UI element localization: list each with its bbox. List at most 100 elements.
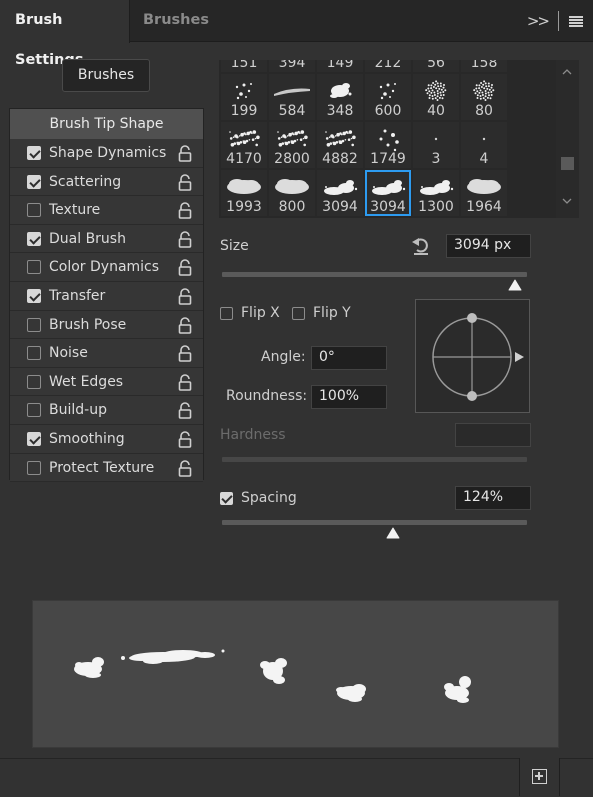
brush-preset[interactable]: 199 [221,74,267,120]
tab-bar: Brush Settings Brushes >> [0,0,593,68]
hamburger-menu-icon[interactable] [569,15,583,27]
size-input[interactable]: 3094 px [446,234,531,258]
settings-item-shape-dynamics[interactable]: Shape Dynamics [10,139,203,168]
settings-item-dual-brush[interactable]: Dual Brush [10,224,203,254]
brush-preset-size: 199 [230,103,258,119]
lock-icon[interactable] [178,288,192,305]
settings-item-scattering[interactable]: Scattering [10,167,203,197]
new-brush-preset-button[interactable] [519,758,560,796]
reset-arrow-icon[interactable] [410,234,432,256]
lock-icon[interactable] [178,173,192,191]
lock-icon[interactable] [178,402,192,420]
angle-roundness-widget[interactable] [415,299,530,413]
lock-icon[interactable] [178,431,192,448]
spacing-slider[interactable] [222,520,527,525]
settings-item-checkbox[interactable] [27,317,41,332]
lock-icon[interactable] [178,202,192,219]
settings-item-label: Transfer [49,287,106,304]
settings-item-protect-texture[interactable]: Protect Texture [10,453,203,483]
scrollbar-thumb[interactable] [561,157,574,170]
brush-preset[interactable]: 3 [413,122,459,168]
settings-item-build-up[interactable]: Build-up [10,396,203,425]
brush-preset[interactable]: 1993 [221,170,267,216]
settings-item-label: Brush Pose [49,316,127,333]
scroll-down-icon[interactable] [562,197,572,207]
brush-preset[interactable]: 800 [269,170,315,216]
settings-item-checkbox[interactable] [27,346,41,361]
double-chevron-right-icon[interactable]: >> [527,12,550,30]
brush-preset[interactable]: 4 [461,122,507,168]
settings-item-checkbox[interactable] [27,203,41,218]
settings-item-checkbox[interactable] [27,288,41,303]
toolbar-divider [558,11,559,31]
settings-item-checkbox[interactable] [27,431,41,446]
brush-preset[interactable]: 40 [413,74,459,120]
spacing-checkbox[interactable] [220,492,233,505]
brush-preset[interactable]: 3094 [317,170,363,216]
brush-preset-size: 56 [427,60,445,71]
brush-preset[interactable]: 1964 [461,170,507,216]
lock-icon[interactable] [178,345,192,362]
settings-item-wet-edges[interactable]: Wet Edges [10,367,203,397]
settings-item-color-dynamics[interactable]: Color Dynamics [10,253,203,282]
settings-item-label: Noise [49,345,88,362]
settings-item-checkbox[interactable] [27,174,41,189]
settings-item-label: Smoothing [49,430,125,447]
brush-preset[interactable]: 394 [269,60,315,72]
settings-item-label: Protect Texture [49,459,155,476]
brush-preset[interactable]: 584 [269,74,315,120]
brush-preset[interactable]: 151 [221,60,267,72]
settings-item-checkbox[interactable] [27,374,41,389]
brush-preset-size: 1964 [466,199,502,215]
brush-preset-size: 1993 [226,199,262,215]
preset-scrollbar[interactable] [556,60,579,218]
settings-item-texture[interactable]: Texture [10,196,203,225]
brush-preset[interactable]: 149 [317,60,363,72]
brush-preset-size: 212 [374,60,402,71]
settings-item-checkbox[interactable] [27,231,41,246]
brush-preset-size: 4882 [322,151,358,167]
settings-item-checkbox[interactable] [27,260,41,275]
brush-preset-selected[interactable]: 3094 [365,170,411,216]
settings-item-transfer[interactable]: Transfer [10,281,203,311]
brush-preset[interactable]: 600 [365,74,411,120]
settings-item-checkbox[interactable] [27,403,41,418]
settings-item-checkbox[interactable] [27,460,41,475]
lock-icon[interactable] [178,230,192,248]
brush-preset[interactable]: 212 [365,60,411,72]
brush-preset-size: 3094 [370,199,406,215]
spacing-input[interactable]: 124% [455,486,531,510]
brush-preset[interactable]: 56 [413,60,459,72]
lock-icon[interactable] [178,459,192,477]
brush-preset[interactable]: 80 [461,74,507,120]
brush-settings-list: Brush Tip Shape Shape Dynamics Scattering… [9,108,204,483]
brush-tip-shape-item[interactable]: Brush Tip Shape [10,109,203,139]
brush-preset-size: 394 [278,60,306,71]
size-slider[interactable] [222,272,527,277]
lock-icon[interactable] [178,316,192,334]
flip-y-checkbox[interactable] [292,307,305,320]
brush-preset[interactable]: 4170 [221,122,267,168]
tab-brushes[interactable]: Brushes [130,0,210,42]
brush-preset[interactable]: 348 [317,74,363,120]
flip-x-checkbox[interactable] [220,307,233,320]
roundness-input[interactable]: 100% [311,385,387,409]
brush-preset[interactable]: 1749 [365,122,411,168]
brush-preset[interactable]: 158 [461,60,507,72]
angle-input[interactable]: 0° [311,346,387,370]
brushes-panel-button[interactable]: Brushes [62,59,150,92]
scroll-up-icon[interactable] [562,68,572,78]
settings-item-checkbox[interactable] [27,146,41,160]
lock-icon[interactable] [178,145,192,162]
brush-preset[interactable]: 1300 [413,170,459,216]
size-slider-knob[interactable] [507,279,523,291]
lock-icon[interactable] [178,373,192,391]
brush-preset[interactable]: 2800 [269,122,315,168]
settings-item-smoothing[interactable]: Smoothing [10,424,203,454]
tab-brush-settings[interactable]: Brush Settings [0,0,130,68]
settings-item-noise[interactable]: Noise [10,339,203,368]
spacing-slider-knob[interactable] [385,527,401,539]
brush-preset[interactable]: 4882 [317,122,363,168]
settings-item-brush-pose[interactable]: Brush Pose [10,310,203,340]
lock-icon[interactable] [178,259,192,277]
